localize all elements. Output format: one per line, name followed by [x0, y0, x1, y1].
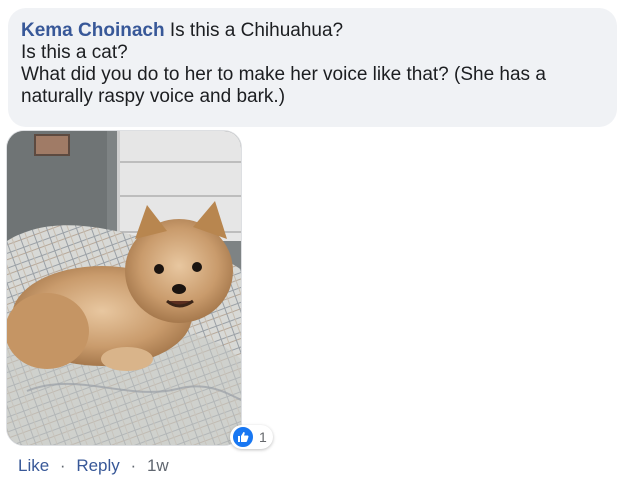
comment-actions: Like · Reply · 1w [18, 455, 169, 477]
comment-text-line-1: Is this a Chihuahua? [169, 20, 344, 41]
like-link[interactable]: Like [18, 456, 49, 475]
comment-text-line-2: Is this a cat? [21, 42, 128, 63]
comment-timestamp[interactable]: 1w [147, 456, 169, 475]
pomeranian-photo [7, 131, 241, 445]
reply-link[interactable]: Reply [76, 456, 119, 475]
reaction-count: 1 [259, 429, 267, 445]
comment-text-line-3: What did you do to her to make her voice… [21, 64, 546, 85]
thumbs-up-icon [232, 426, 254, 448]
comment-bubble: Kema Choinach Is this a Chihuahua? Is th… [8, 8, 617, 127]
reaction-badge[interactable]: 1 [230, 425, 273, 449]
action-separator: · [59, 456, 66, 475]
comment-author-name[interactable]: Kema Choinach [21, 20, 165, 41]
action-separator: · [130, 456, 137, 475]
comment-photo[interactable] [6, 130, 242, 446]
comment-text-line-4: naturally raspy voice and bark.) [21, 86, 286, 107]
